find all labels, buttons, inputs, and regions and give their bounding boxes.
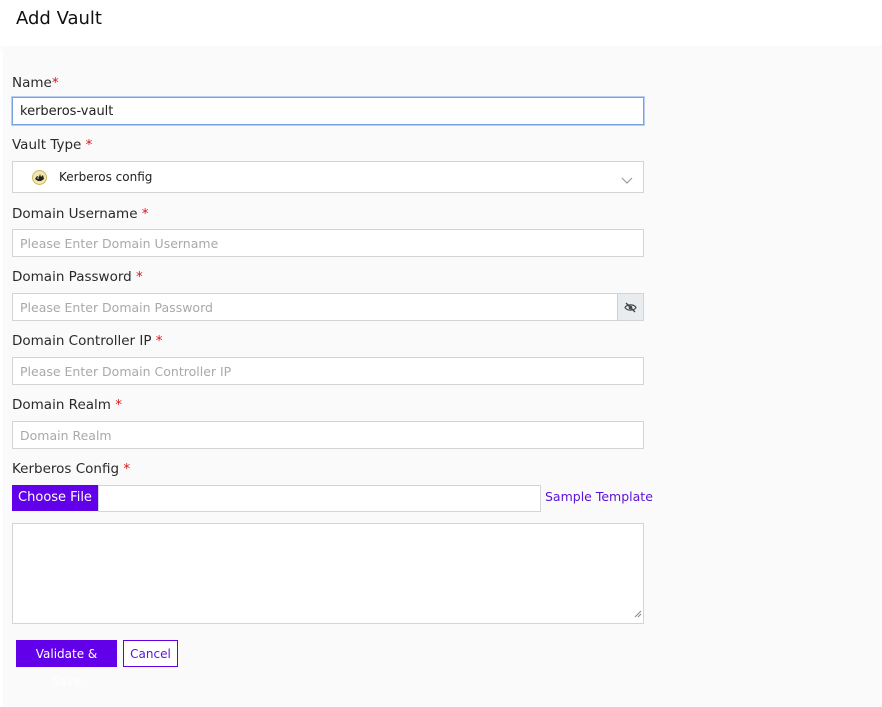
vault-type-label: Vault Type * [12, 137, 92, 153]
required-mark: * [115, 397, 122, 413]
domain-password-label: Domain Password * [12, 269, 143, 285]
kerberos-config-label-text: Kerberos Config [12, 461, 120, 477]
domain-realm-label-text: Domain Realm [12, 397, 111, 413]
required-mark: * [51, 75, 59, 91]
choose-file-button[interactable]: Choose File [12, 485, 98, 511]
vault-type-label-text: Vault Type [12, 137, 82, 153]
required-mark: * [155, 333, 163, 349]
required-mark: * [141, 206, 149, 222]
vault-type-select[interactable]: Kerberos config [12, 161, 644, 193]
required-mark: * [85, 137, 93, 153]
toggle-password-visibility-button[interactable] [617, 293, 644, 321]
name-input[interactable] [12, 97, 644, 125]
domain-username-label: Domain Username * [12, 206, 149, 222]
required-mark: * [123, 461, 131, 477]
validate-save-button[interactable]: Validate & Save [16, 640, 117, 688]
vault-type-selected: Kerberos config [59, 170, 153, 184]
kerberos-dog-icon [32, 170, 47, 185]
name-label-text: Name [12, 75, 52, 91]
resize-grip-icon[interactable] [634, 603, 642, 622]
eye-slash-icon [624, 302, 637, 313]
page-header: Add Vault [0, 0, 882, 46]
domain-controller-ip-label: Domain Controller IP * [12, 333, 163, 349]
sample-template-link[interactable]: Sample Template [545, 489, 653, 504]
page-title: Add Vault [16, 8, 102, 29]
domain-username-label-text: Domain Username [12, 206, 138, 222]
kerberos-config-textarea[interactable] [12, 523, 644, 624]
domain-password-input[interactable] [12, 293, 618, 321]
cancel-button[interactable]: Cancel [123, 640, 178, 667]
domain-realm-label: Domain Realm * [12, 397, 122, 413]
file-name-display[interactable] [98, 485, 541, 512]
kerberos-config-label: Kerberos Config * [12, 461, 130, 477]
required-mark: * [136, 269, 143, 285]
domain-password-label-text: Domain Password [12, 269, 132, 285]
name-label: Name* [12, 75, 59, 91]
domain-realm-input[interactable] [12, 421, 644, 449]
domain-controller-ip-label-text: Domain Controller IP [12, 333, 152, 349]
domain-username-input[interactable] [12, 229, 644, 257]
chevron-down-icon [621, 171, 633, 190]
domain-controller-ip-input[interactable] [12, 357, 644, 385]
